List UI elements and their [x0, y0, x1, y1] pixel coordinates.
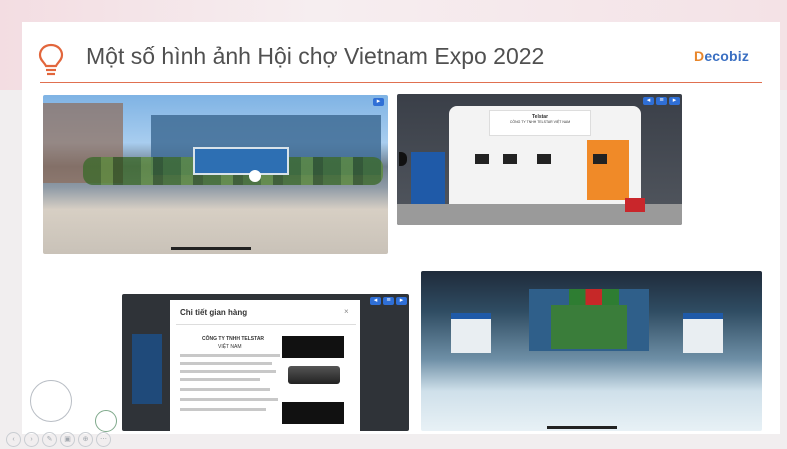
camera-icon[interactable]: ▸ — [396, 297, 407, 305]
details-text-line — [180, 370, 276, 373]
view-icon[interactable]: ▣ — [60, 432, 75, 447]
booth-red-display — [625, 198, 645, 212]
share-icon[interactable]: ◂ — [643, 97, 654, 105]
share-icon[interactable]: ◂ — [370, 297, 381, 305]
booth-screen-3 — [537, 154, 551, 164]
camera-icon[interactable]: ▸ — [669, 97, 680, 105]
title-divider — [40, 82, 762, 83]
logo-rest: ecobiz — [704, 48, 750, 64]
booth-details-image: Chi tiết gian hàng × CÔNG TY TNHH TELSTA… — [122, 294, 409, 431]
navigation-wheel-icon[interactable] — [30, 380, 72, 422]
details-text-line — [180, 354, 280, 357]
booth-orange-wall — [587, 140, 629, 200]
menu-icon[interactable]: ≡ — [656, 97, 667, 105]
booth-screen-4 — [593, 154, 607, 164]
expo-hall-image — [421, 271, 762, 431]
details-company-line2: VIỆT NAM — [218, 344, 242, 350]
details-divider — [176, 324, 356, 325]
logo-first-letter: D — [694, 48, 705, 64]
booth-banner: Telstar CÔNG TY TNHH TELSTAR VIỆT NAM — [489, 110, 591, 136]
exterior-led-screen — [193, 147, 289, 175]
slide-title: Một số hình ảnh Hội chợ Vietnam Expo 202… — [86, 43, 545, 69]
zoom-icon[interactable]: ⊕ — [78, 432, 93, 447]
details-video-1 — [282, 336, 344, 358]
lightbulb-icon — [38, 43, 64, 76]
pen-icon[interactable]: ✎ — [42, 432, 57, 447]
details-panel-title: Chi tiết gian hàng — [180, 308, 248, 317]
booth-screen-2 — [503, 154, 517, 164]
details-product-image — [288, 366, 340, 384]
exterior-progress-bar — [171, 247, 251, 250]
details-text-line — [180, 378, 260, 381]
details-text-line — [180, 398, 278, 401]
decobiz-logo: Decobiz — [694, 48, 749, 64]
hall-right-stand — [683, 313, 723, 353]
details-text-line — [180, 408, 266, 411]
booth-screen-1 — [475, 154, 489, 164]
right-icon[interactable]: › — [24, 432, 39, 447]
hall-green-wall — [551, 305, 627, 349]
play-icon — [249, 170, 261, 182]
booth-company: CÔNG TY TNHH TELSTAR VIỆT NAM — [509, 120, 571, 124]
hall-left-stand — [451, 313, 491, 353]
details-company-line1: CÔNG TY TNHH TELSTAR — [202, 336, 265, 342]
details-text-line — [180, 388, 270, 391]
details-video-2 — [282, 402, 344, 424]
booth-nav-arrow[interactable] — [399, 152, 407, 166]
more-icon[interactable]: ⋯ — [96, 432, 111, 447]
expo-booth-image: Telstar CÔNG TY TNHH TELSTAR VIỆT NAM ◂ … — [397, 94, 682, 225]
hall-logo-diamonds — [569, 289, 619, 305]
camera-icon: ▸ — [373, 98, 384, 106]
hall-progress-bar — [547, 426, 617, 429]
menu-icon[interactable]: ≡ — [383, 297, 394, 305]
details-text-line — [180, 362, 272, 365]
explore-icon[interactable] — [95, 410, 117, 432]
close-icon[interactable]: × — [344, 307, 349, 316]
left-icon[interactable]: ‹ — [6, 432, 21, 447]
expo-exterior-image: ▸ — [43, 95, 388, 254]
details-side-panel — [132, 334, 162, 404]
